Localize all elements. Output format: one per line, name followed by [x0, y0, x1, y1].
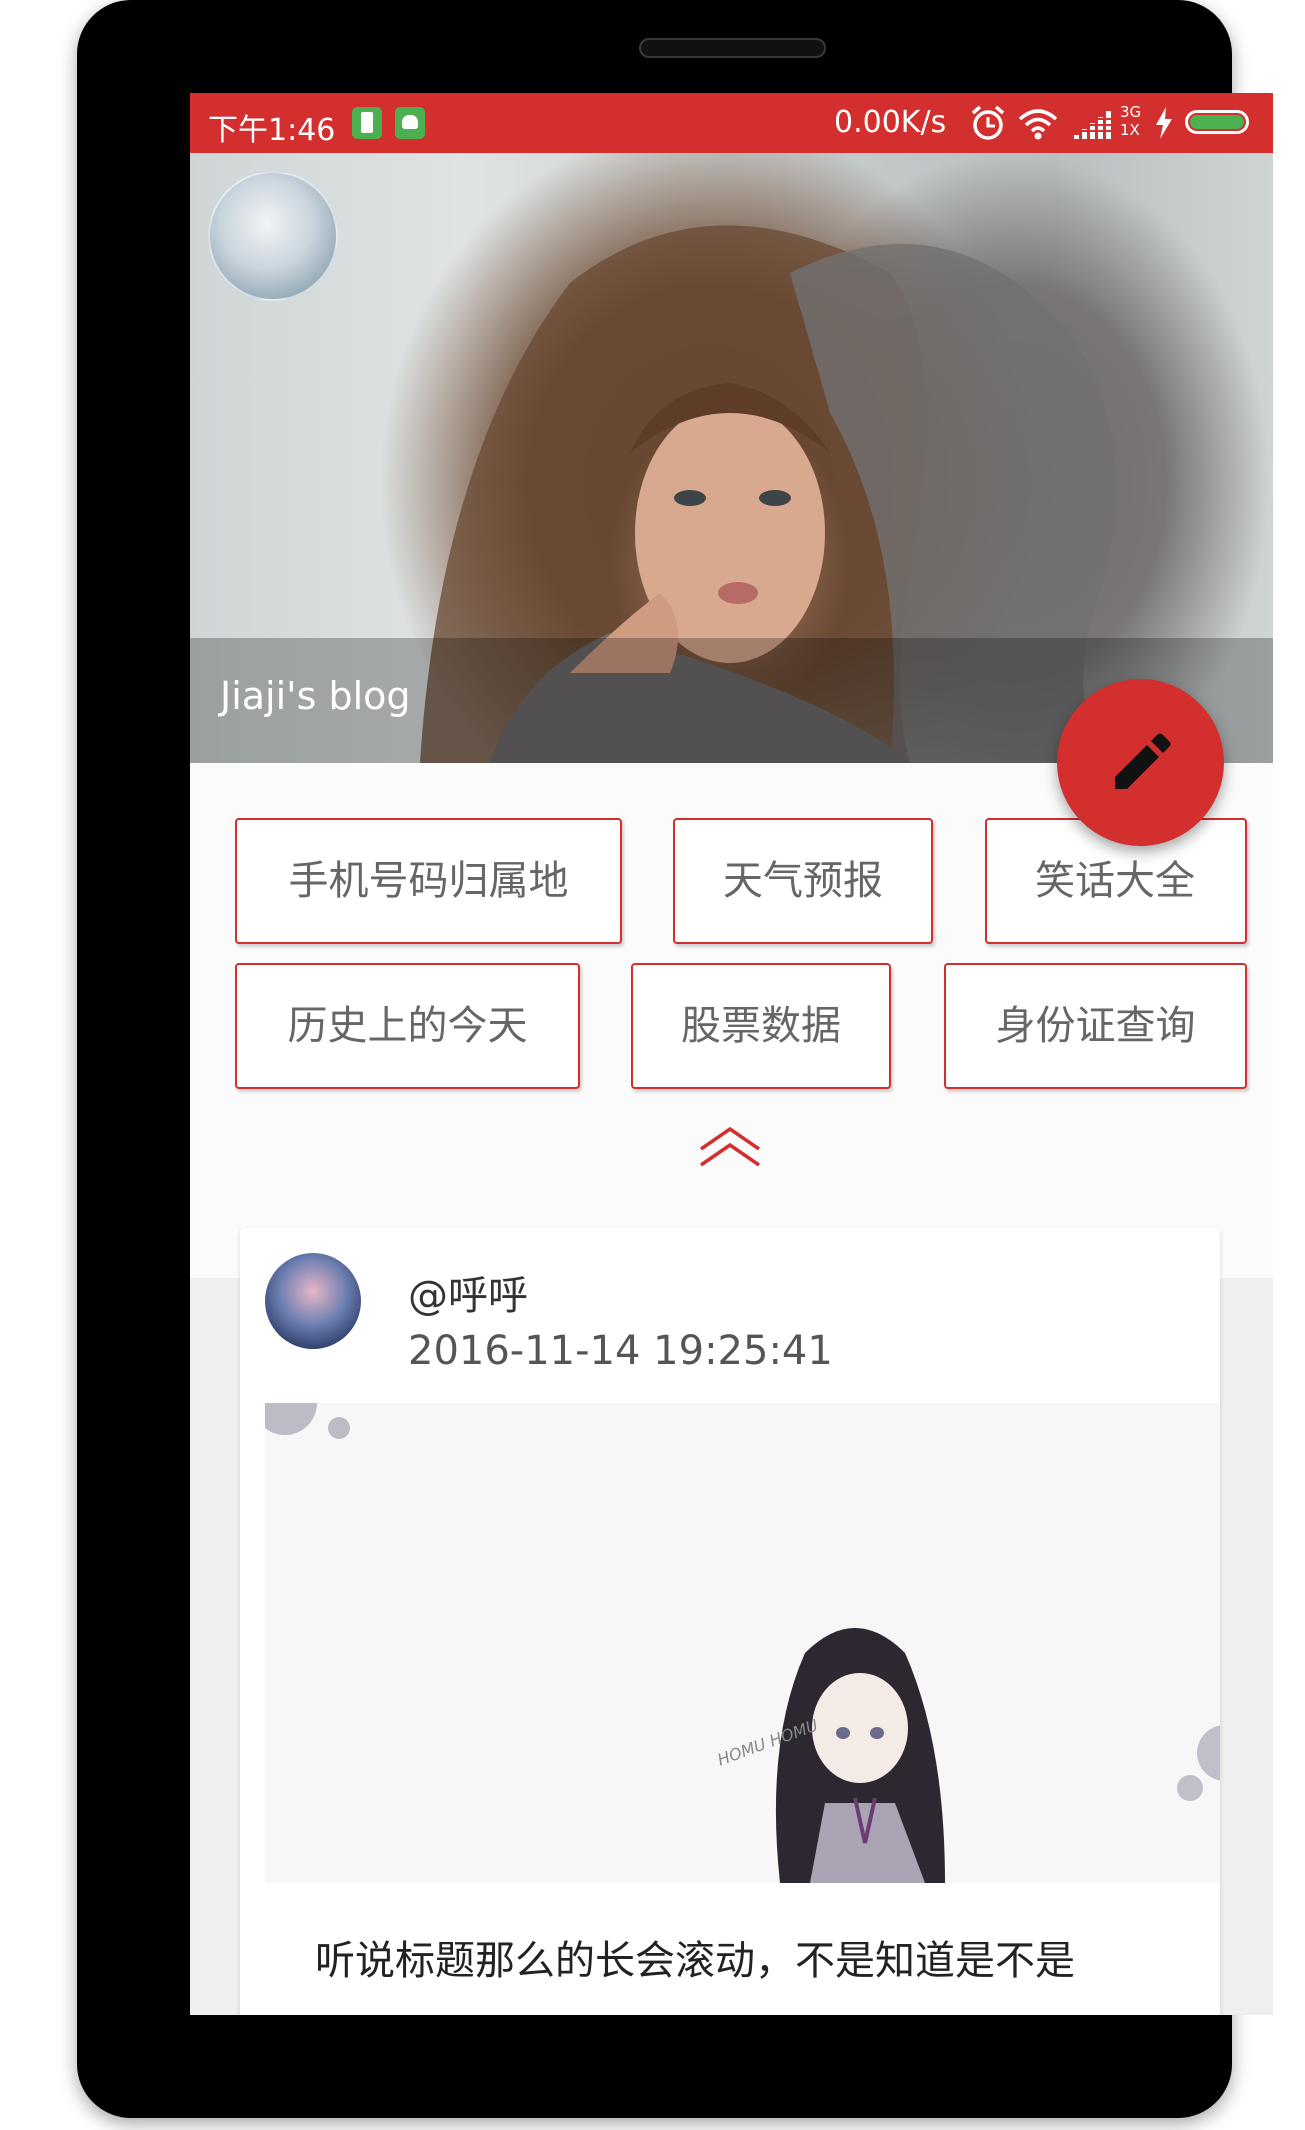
post-image-illustration — [265, 1403, 1220, 1883]
post-date: 2016-11-14 19:25:41 — [408, 1328, 833, 1374]
weather-button[interactable]: 天气预报 — [673, 818, 933, 944]
post-author-name[interactable]: @呼呼 — [408, 1263, 528, 1321]
alarm-icon — [971, 105, 1005, 140]
blog-title: Jiaji's blog — [220, 674, 411, 718]
collapse-chevron-icon[interactable] — [695, 1121, 765, 1171]
battery-notification-icon — [352, 107, 382, 139]
id-card-lookup-button[interactable]: 身份证查询 — [944, 963, 1247, 1089]
pencil-icon — [1115, 733, 1171, 789]
today-in-history-button[interactable]: 历史上的今天 — [235, 963, 580, 1089]
battery-icon — [1185, 110, 1249, 134]
network-subtype: 1X — [1120, 121, 1140, 139]
network-type: 3G — [1120, 103, 1142, 121]
status-time: 下午1:46 — [208, 113, 336, 148]
edit-fab-button[interactable] — [1057, 679, 1224, 846]
charging-icon — [1156, 107, 1172, 139]
status-bar: 下午1:46 0.00K/s 3G 1X — [190, 93, 1273, 153]
phone-speaker — [639, 38, 826, 58]
post-card[interactable]: @呼呼 2016-11-14 19:25:41 HOMU HOMU 听说标题那么… — [240, 1228, 1220, 2015]
wifi-icon — [1018, 109, 1058, 140]
post-content-text: 听说标题那么的长会滚动，不是知道是不是 — [315, 1938, 1075, 1984]
phone-location-button[interactable]: 手机号码归属地 — [235, 818, 622, 944]
app-screen: 下午1:46 0.00K/s 3G 1X Jiaji's blog 手机号码归属… — [190, 93, 1273, 2015]
post-image[interactable]: HOMU HOMU — [265, 1403, 1220, 1883]
phone-frame: 下午1:46 0.00K/s 3G 1X Jiaji's blog 手机号码归属… — [77, 0, 1273, 2118]
network-speed: 0.00K/s — [834, 105, 947, 140]
stock-data-button[interactable]: 股票数据 — [631, 963, 891, 1089]
post-author-avatar[interactable] — [265, 1253, 361, 1349]
signal-icon — [1074, 111, 1114, 139]
android-notification-icon — [395, 107, 425, 139]
header-banner-image: Jiaji's blog — [190, 153, 1273, 763]
user-avatar[interactable] — [208, 171, 338, 301]
